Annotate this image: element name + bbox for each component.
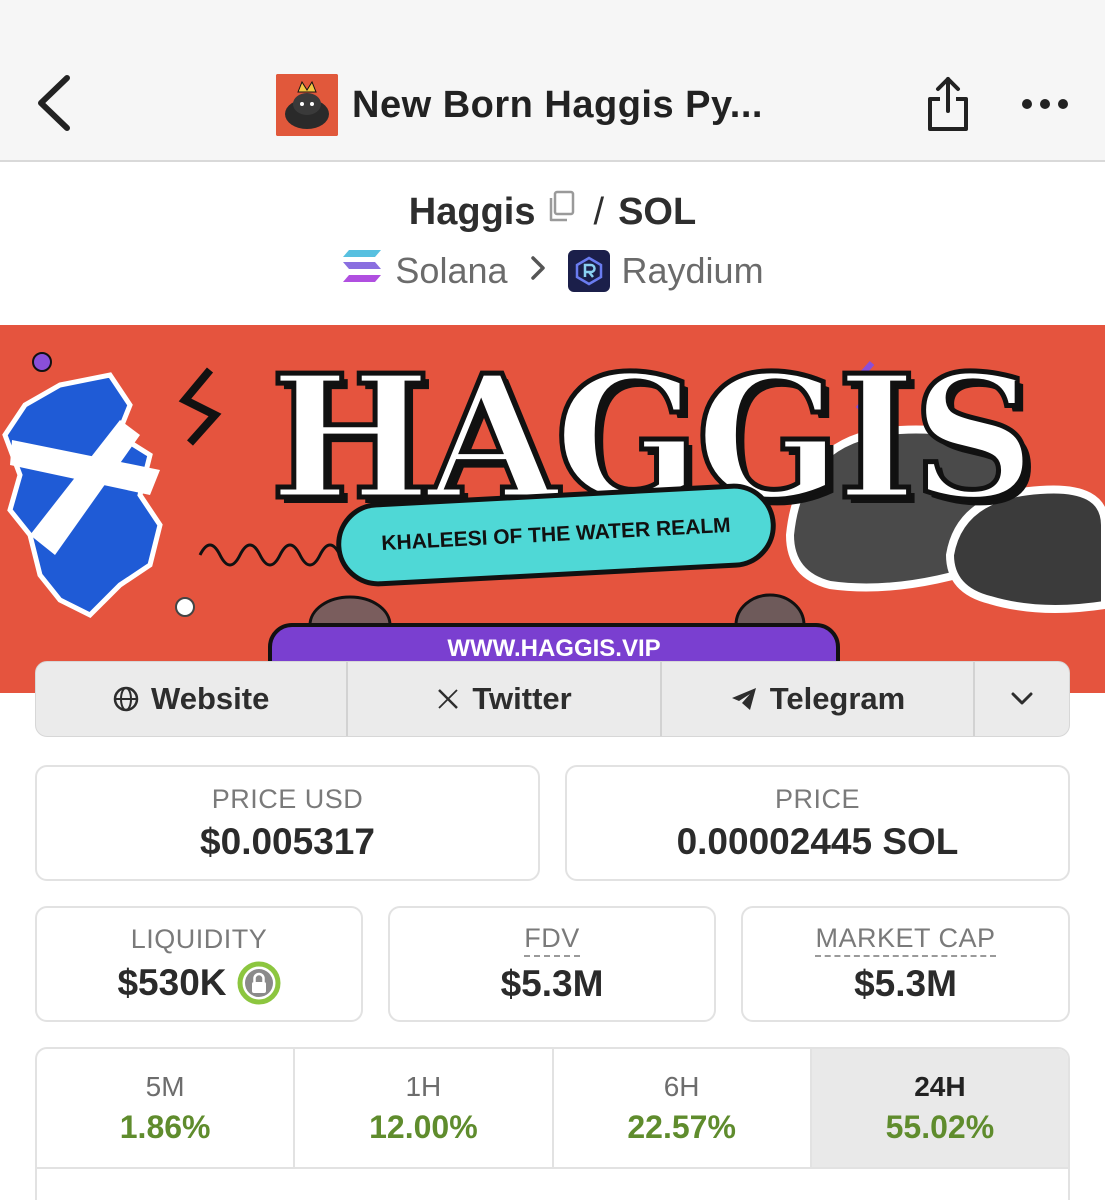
page-title: New Born Haggis Py... bbox=[352, 83, 763, 126]
change-tab-24h[interactable]: 24H 55.02% bbox=[811, 1049, 1068, 1167]
price-native-label: PRICE bbox=[774, 783, 861, 814]
x-logo-icon bbox=[438, 689, 459, 709]
change-period: 5M bbox=[145, 1070, 185, 1102]
price-native-value: 0.00002445 SOL bbox=[676, 820, 959, 862]
more-options-button[interactable] bbox=[1016, 86, 1074, 122]
market-cap-value: $5.3M bbox=[854, 962, 957, 1004]
more-dot-icon bbox=[1022, 99, 1032, 109]
share-button[interactable] bbox=[920, 72, 976, 136]
token-banner: HAGGIS KHALEESI OF THE WATER REALM WWW.H… bbox=[0, 325, 1105, 693]
base-token-symbol: Haggis bbox=[408, 190, 536, 233]
twitter-label: Twitter bbox=[472, 681, 572, 716]
twitter-link-button[interactable]: Twitter bbox=[348, 662, 662, 736]
quote-token-symbol: SOL bbox=[618, 190, 697, 233]
chevron-down-icon bbox=[1011, 692, 1033, 705]
fdv-label[interactable]: FDV bbox=[524, 923, 580, 957]
price-native-card: PRICE 0.00002445 SOL bbox=[565, 765, 1070, 881]
globe-icon bbox=[113, 686, 139, 712]
change-tab-6h[interactable]: 6H 22.57% bbox=[554, 1049, 812, 1167]
solana-icon bbox=[341, 248, 383, 293]
chain-dex-breadcrumb: Solana Raydium bbox=[0, 248, 1105, 293]
change-percent: 1.86% bbox=[119, 1108, 211, 1145]
website-label: Website bbox=[151, 681, 270, 716]
chevron-left-icon bbox=[38, 75, 70, 131]
social-links-bar: Website Twitter Telegram bbox=[35, 661, 1070, 737]
change-period: 1H bbox=[405, 1070, 442, 1102]
price-usd-value: $0.005317 bbox=[200, 820, 375, 862]
price-change-row: 5M 1.86% 1H 12.00% 6H 22.57% 24H 55.02% bbox=[37, 1049, 1068, 1169]
chevron-right-icon bbox=[530, 252, 546, 289]
dex-link[interactable]: Raydium bbox=[622, 250, 764, 292]
price-usd-label: PRICE USD bbox=[211, 783, 364, 814]
market-cap-label[interactable]: MARKET CAP bbox=[815, 923, 996, 957]
page-title-group: New Born Haggis Py... bbox=[276, 74, 763, 136]
top-nav-bar: New Born Haggis Py... bbox=[0, 0, 1105, 162]
copy-address-icon[interactable] bbox=[546, 190, 576, 234]
liquidity-value-group: $530K bbox=[117, 961, 281, 1005]
pair-header: Haggis / SOL bbox=[0, 190, 1105, 234]
change-tab-1h[interactable]: 1H 12.00% bbox=[295, 1049, 554, 1167]
token-avatar bbox=[276, 74, 338, 136]
fdv-value: $5.3M bbox=[500, 962, 604, 1004]
lock-icon[interactable] bbox=[237, 961, 281, 1005]
liquidity-label: LIQUIDITY bbox=[130, 923, 268, 954]
more-dot-icon bbox=[1058, 99, 1068, 109]
fdv-card: FDV $5.3M bbox=[388, 906, 716, 1022]
change-percent: 22.57% bbox=[627, 1108, 736, 1145]
price-change-table: 5M 1.86% 1H 12.00% 6H 22.57% 24H 55.02% bbox=[35, 1047, 1070, 1200]
liquidity-value: $530K bbox=[117, 961, 227, 1003]
change-tab-5m[interactable]: 5M 1.86% bbox=[37, 1049, 296, 1167]
telegram-link-button[interactable]: Telegram bbox=[662, 662, 976, 736]
telegram-label: Telegram bbox=[769, 681, 906, 716]
change-period: 24H bbox=[914, 1070, 966, 1102]
price-usd-card: PRICE USD $0.005317 bbox=[35, 765, 540, 881]
change-period: 6H bbox=[663, 1070, 700, 1102]
raydium-icon bbox=[567, 249, 610, 292]
website-link-button[interactable]: Website bbox=[36, 662, 349, 736]
share-icon bbox=[928, 77, 968, 131]
liquidity-card: LIQUIDITY $530K bbox=[35, 906, 363, 1022]
pair-separator: / bbox=[593, 190, 605, 233]
telegram-icon bbox=[731, 688, 756, 710]
change-percent: 55.02% bbox=[885, 1108, 995, 1145]
change-percent: 12.00% bbox=[369, 1108, 478, 1145]
chain-link[interactable]: Solana bbox=[395, 250, 507, 292]
market-cap-card: MARKET CAP $5.3M bbox=[741, 906, 1070, 1022]
back-button[interactable] bbox=[28, 70, 78, 136]
more-links-dropdown[interactable] bbox=[975, 662, 1069, 736]
more-dot-icon bbox=[1040, 99, 1050, 109]
